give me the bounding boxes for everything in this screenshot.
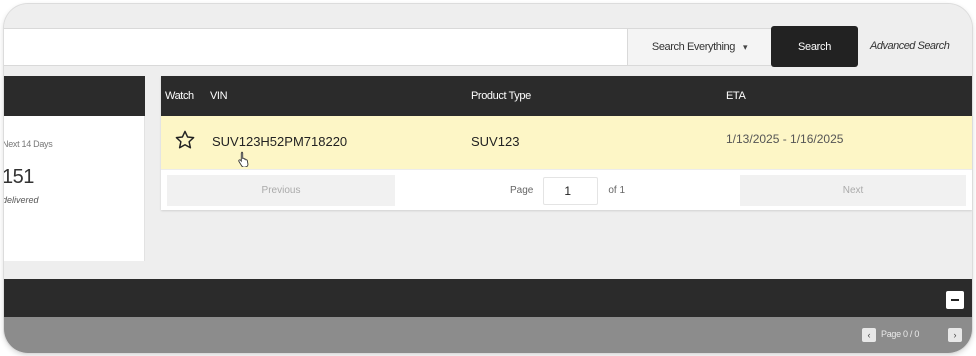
footer-page-info: Page 0 / 0 — [881, 329, 920, 339]
minus-icon[interactable] — [946, 291, 964, 309]
eta-cell: 1/13/2025 - 1/16/2025 — [726, 132, 844, 146]
summary-card-header — [4, 76, 145, 116]
table-row[interactable]: SUV123H52PM718220 SUV123 1/13/2025 - 1/1… — [161, 116, 972, 169]
bottom-panel-header — [4, 279, 972, 317]
product-type-cell: SUV123 — [471, 134, 520, 149]
page-total-label: of 1 — [608, 185, 626, 196]
summary-caption: delivered — [4, 195, 39, 205]
hand-pointer-icon — [238, 151, 249, 167]
search-scope-label: Search Everything — [651, 41, 735, 53]
column-header-product-type[interactable]: Product Type — [471, 90, 531, 102]
pagination-bar: Previous Page of 1 Next — [161, 169, 972, 210]
app-window: Search Everything ▾ Search Advanced Sear… — [4, 4, 972, 353]
advanced-search-link[interactable]: Advanced Search — [870, 40, 950, 52]
summary-subtitle: Next 14 Days — [4, 139, 53, 149]
column-header-vin[interactable]: VIN — [210, 90, 228, 102]
bottom-panel-footer: ‹ Page 0 / 0 › — [4, 317, 972, 353]
chevron-right-icon[interactable]: › — [948, 328, 962, 342]
chevron-left-icon[interactable]: ‹ — [862, 328, 876, 342]
previous-page-button[interactable]: Previous — [167, 175, 395, 206]
next-page-button[interactable]: Next — [740, 175, 966, 206]
star-outline-icon[interactable] — [174, 129, 196, 151]
vin-cell[interactable]: SUV123H52PM718220 — [212, 134, 347, 149]
summary-count: 151 — [4, 166, 34, 188]
table-header: Watch VIN Product Type ETA — [161, 76, 972, 116]
column-header-eta[interactable]: ETA — [726, 90, 746, 102]
column-header-watch[interactable]: Watch — [165, 90, 194, 102]
shipments-table: Watch VIN Product Type ETA SUV123H52PM71… — [161, 76, 972, 210]
chevron-down-icon: ▾ — [742, 41, 748, 52]
search-bar: Search Everything ▾ Search Advanced Sear… — [4, 4, 972, 80]
search-button[interactable]: Search — [771, 26, 858, 67]
page-indicator: Page of 1 — [395, 175, 740, 206]
search-scope-select[interactable]: Search Everything ▾ — [627, 28, 772, 66]
search-input[interactable] — [4, 28, 632, 66]
page-label: Page — [509, 185, 534, 196]
summary-card: Next 14 Days 151 delivered — [4, 116, 145, 261]
page-number-input[interactable] — [543, 176, 599, 205]
